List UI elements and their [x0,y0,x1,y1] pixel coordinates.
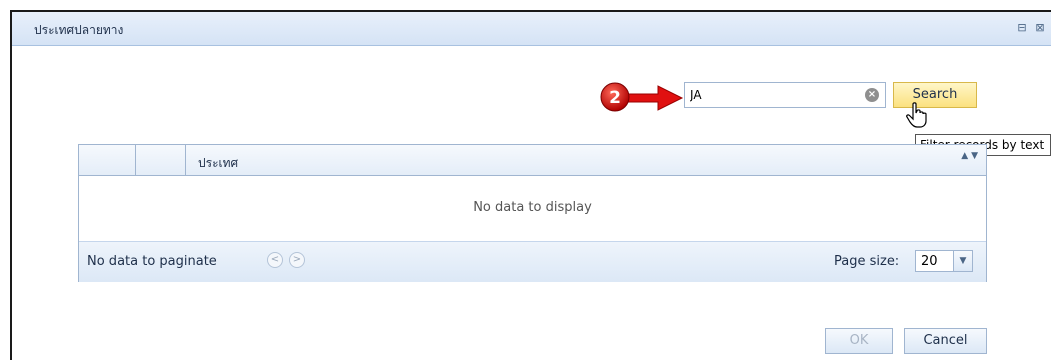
ok-button[interactable]: OK [825,328,893,354]
row-indicator-header [79,145,136,175]
clear-icon[interactable]: × [865,88,879,102]
search-input[interactable] [690,87,860,103]
hand-cursor-icon [906,102,930,132]
step-number: 2 [609,88,621,108]
empty-message: No data to display [473,200,592,215]
maximize-icon[interactable]: ⊟ [1016,22,1028,34]
dialog-title: ประเทศปลายทาง [34,23,124,37]
country-grid: ประเทศ ▲ ▼ No data to display No data to… [78,144,987,282]
page-size-value: 20 [921,254,938,269]
column-header-country[interactable]: ประเทศ [198,154,238,173]
pager-status: No data to paginate [87,254,217,269]
page-size-select[interactable]: 20 ▼ [915,250,973,272]
next-page-icon[interactable]: > [289,252,305,268]
dialog-titlebar[interactable]: ประเทศปลายทาง ⊟ ⊠ [12,12,1051,46]
step-annotation-arrow: 2 [598,80,684,120]
page-size-label: Page size: [834,254,900,269]
close-icon[interactable]: ⊠ [1034,22,1046,34]
sort-filter-icon[interactable]: ▲ ▼ [961,151,978,161]
search-field[interactable]: × [684,82,886,108]
cancel-button[interactable]: Cancel [904,328,987,354]
prev-page-icon[interactable]: < [267,252,283,268]
grid-pager: No data to paginate < > Page size: 20 ▼ [79,241,986,282]
checkbox-header[interactable] [136,145,186,175]
chevron-down-icon[interactable]: ▼ [953,251,972,271]
grid-header: ประเทศ ▲ ▼ [79,145,986,176]
